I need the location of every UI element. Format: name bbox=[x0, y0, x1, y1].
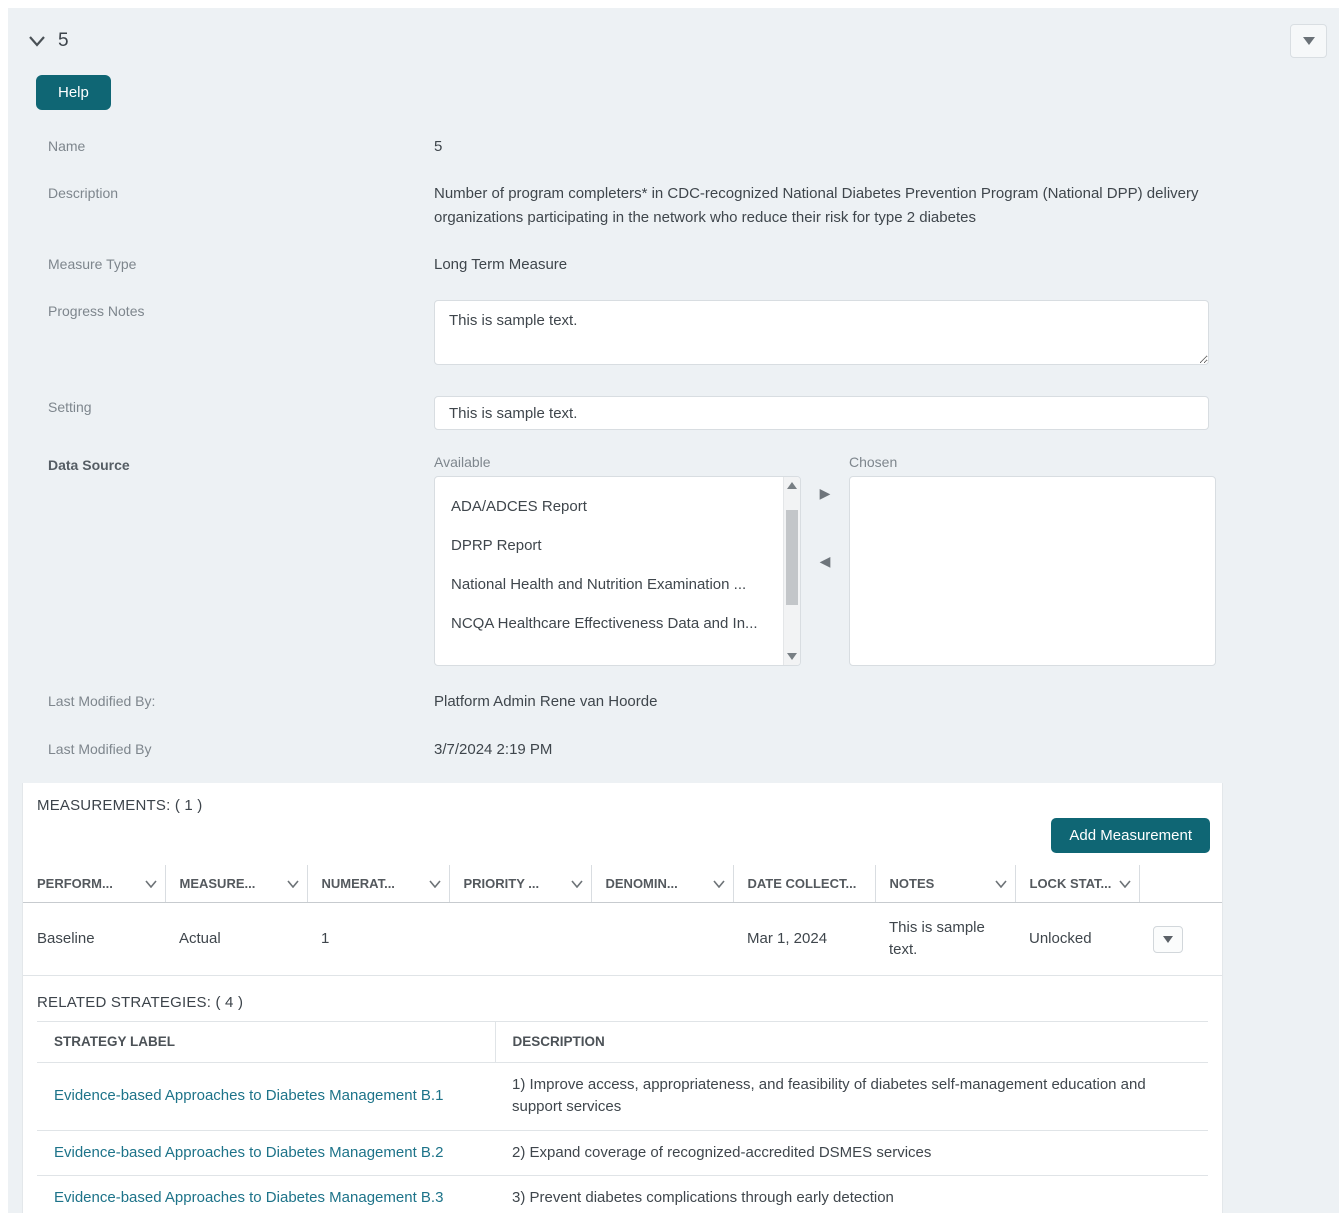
measure-type-value: Long Term Measure bbox=[434, 255, 568, 273]
chosen-label: Chosen bbox=[849, 454, 898, 471]
form-row-last-modified-by: Last Modified By: Platform Admin Rene va… bbox=[8, 690, 1339, 713]
help-button[interactable]: Help bbox=[36, 75, 111, 110]
last-modified-by-value: Platform Admin Rene van Hoorde bbox=[434, 693, 658, 711]
available-option[interactable]: DPRP Report bbox=[435, 526, 800, 565]
move-arrows: ▶ ◀ bbox=[801, 454, 849, 666]
measure-detail-page: 5 Help Name 5 Description Number of prog… bbox=[8, 8, 1339, 1213]
form-row-measure-type: Measure Type Long Term Measure bbox=[8, 253, 1339, 276]
chevron-down-icon[interactable] bbox=[712, 876, 725, 891]
move-left-icon[interactable]: ◀ bbox=[816, 550, 835, 572]
available-listbox[interactable]: ADA/ADCES Report DPRP Report National He… bbox=[434, 476, 801, 667]
add-measurement-button[interactable]: Add Measurement bbox=[1051, 817, 1210, 853]
chevron-down-icon[interactable] bbox=[286, 876, 299, 891]
available-option[interactable]: ADA/ADCES Report bbox=[435, 487, 800, 526]
strategy-row: Evidence-based Approaches to Diabetes Ma… bbox=[37, 1175, 1208, 1213]
chevron-down-icon[interactable] bbox=[144, 876, 157, 891]
scrollbar-thumb[interactable] bbox=[786, 510, 798, 606]
setting-input[interactable] bbox=[434, 396, 1209, 431]
last-modified-by-label: Last Modified By: bbox=[48, 693, 156, 710]
form-row-last-modified-date: Last Modified By 3/7/2024 2:19 PM bbox=[8, 738, 1339, 761]
description-label: Description bbox=[48, 185, 119, 202]
chevron-down-icon[interactable] bbox=[570, 876, 583, 891]
col-date-collected[interactable]: DATE COLLECT... bbox=[732, 864, 875, 904]
available-option[interactable]: NCQA Healthcare Effectiveness Data and I… bbox=[435, 604, 800, 643]
row-actions-dropdown-button[interactable] bbox=[1153, 925, 1183, 953]
collapse-chevron-icon[interactable] bbox=[28, 35, 46, 47]
strategy-link[interactable]: Evidence-based Approaches to Diabetes Ma… bbox=[54, 1087, 443, 1104]
related-strategies-table: STRATEGY LABEL DESCRIPTION Evidence-base… bbox=[37, 1020, 1208, 1213]
cell-numerator: 1 bbox=[307, 902, 449, 976]
page-title: 5 bbox=[58, 30, 69, 51]
name-label: Name bbox=[48, 138, 86, 154]
strategy-link[interactable]: Evidence-based Approaches to Diabetes Ma… bbox=[54, 1189, 443, 1206]
available-column: Available ADA/ADCES Report DPRP Report N… bbox=[434, 454, 801, 667]
add-measurement-row: Add Measurement bbox=[23, 817, 1222, 853]
page-header: 5 bbox=[8, 8, 1339, 58]
col-performance[interactable]: PERFORM... bbox=[23, 864, 165, 904]
name-value: 5 bbox=[434, 138, 443, 155]
chevron-down-icon[interactable] bbox=[428, 876, 441, 891]
col-description: DESCRIPTION bbox=[494, 1020, 1208, 1063]
col-measure[interactable]: MEASURE... bbox=[164, 864, 307, 904]
available-scrollbar[interactable] bbox=[783, 477, 800, 666]
strategy-description: 1) Improve access, appropriateness, and … bbox=[495, 1062, 1208, 1131]
available-option[interactable]: National Health and Nutrition Examinatio… bbox=[435, 565, 800, 604]
scroll-up-icon[interactable] bbox=[784, 477, 800, 494]
related-strategies-table-wrap: STRATEGY LABEL DESCRIPTION Evidence-base… bbox=[37, 1020, 1208, 1213]
measurements-header-row: PERFORM... MEASURE... NUMERAT... PRIORIT… bbox=[23, 864, 1222, 904]
chosen-listbox[interactable] bbox=[849, 476, 1216, 667]
measurements-panel: MEASUREMENTS: ( 1 ) Add Measurement PERF… bbox=[22, 782, 1223, 1213]
form-row-progress-notes: Progress Notes This is sample text. bbox=[8, 300, 1339, 372]
measurements-section-title: MEASUREMENTS: ( 1 ) bbox=[37, 796, 203, 814]
cell-denominator bbox=[591, 902, 733, 976]
description-value: Number of program completers* in CDC-rec… bbox=[434, 185, 1199, 226]
measure-form: Name 5 Description Number of program com… bbox=[8, 135, 1339, 761]
measure-type-label: Measure Type bbox=[48, 255, 137, 272]
data-source-duallist: Available ADA/ADCES Report DPRP Report N… bbox=[434, 454, 1216, 667]
cell-actions bbox=[1139, 902, 1222, 976]
move-right-icon[interactable]: ▶ bbox=[816, 482, 835, 504]
form-row-setting: Setting bbox=[8, 396, 1339, 431]
col-notes[interactable]: NOTES bbox=[874, 864, 1015, 904]
available-options: ADA/ADCES Report DPRP Report National He… bbox=[435, 477, 800, 653]
available-label: Available bbox=[434, 454, 491, 471]
col-strategy-label: STRATEGY LABEL bbox=[37, 1020, 495, 1063]
strategy-link[interactable]: Evidence-based Approaches to Diabetes Ma… bbox=[54, 1144, 443, 1161]
data-source-label: Data Source bbox=[48, 457, 130, 474]
form-row-description: Description Number of program completers… bbox=[8, 182, 1339, 229]
progress-notes-label: Progress Notes bbox=[48, 303, 145, 319]
cell-performance: Baseline bbox=[23, 902, 165, 976]
header-actions-dropdown-button[interactable] bbox=[1290, 24, 1327, 58]
strategy-row: Evidence-based Approaches to Diabetes Ma… bbox=[37, 1130, 1208, 1177]
col-priority[interactable]: PRIORITY ... bbox=[448, 864, 591, 904]
cell-measure: Actual bbox=[165, 902, 307, 976]
scroll-down-icon[interactable] bbox=[784, 648, 800, 665]
cell-date-collected: Mar 1, 2024 bbox=[733, 902, 875, 976]
setting-label: Setting bbox=[48, 399, 92, 416]
cell-lock-status: Unlocked bbox=[1015, 902, 1139, 976]
last-modified-date-label: Last Modified By bbox=[48, 740, 152, 757]
progress-notes-textarea[interactable]: This is sample text. bbox=[434, 300, 1209, 365]
form-row-name: Name 5 bbox=[8, 135, 1339, 158]
col-numerator[interactable]: NUMERAT... bbox=[306, 864, 449, 904]
form-row-data-source: Data Source Available ADA/ADCES Report D… bbox=[8, 454, 1339, 667]
cell-priority bbox=[449, 902, 591, 976]
last-modified-date-value: 3/7/2024 2:19 PM bbox=[434, 740, 553, 758]
caret-down-icon bbox=[1163, 935, 1173, 943]
related-strategies-section-title: RELATED STRATEGIES: ( 4 ) bbox=[37, 993, 244, 1011]
measurements-table: PERFORM... MEASURE... NUMERAT... PRIORIT… bbox=[23, 864, 1222, 976]
strategy-description: 3) Prevent diabetes complications throug… bbox=[495, 1175, 1208, 1213]
strategies-header-row: STRATEGY LABEL DESCRIPTION bbox=[37, 1020, 1208, 1063]
chevron-down-icon[interactable] bbox=[1118, 876, 1131, 891]
measurement-row: Baseline Actual 1 Mar 1, 2024 This is sa… bbox=[23, 902, 1222, 976]
chevron-down-icon[interactable] bbox=[994, 876, 1007, 891]
col-denominator[interactable]: DENOMIN... bbox=[590, 864, 733, 904]
chosen-column: Chosen bbox=[849, 454, 1216, 667]
strategy-row: Evidence-based Approaches to Diabetes Ma… bbox=[37, 1062, 1208, 1131]
caret-down-icon bbox=[1302, 37, 1315, 45]
cell-notes: This is sample text. bbox=[875, 902, 1015, 976]
strategy-description: 2) Expand coverage of recognized-accredi… bbox=[495, 1130, 1208, 1177]
col-lock-status[interactable]: LOCK STAT... bbox=[1014, 864, 1139, 904]
col-actions bbox=[1138, 864, 1222, 904]
